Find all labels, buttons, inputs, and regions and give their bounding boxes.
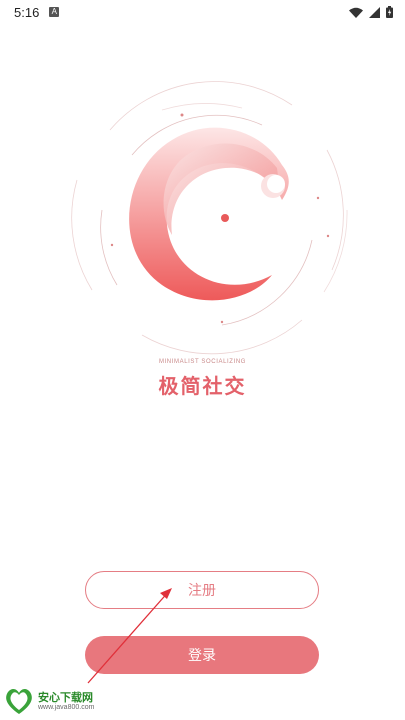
cell-signal-icon [369, 6, 380, 18]
app-name: 极简社交 [158, 374, 247, 398]
login-button[interactable]: 登录 [85, 636, 319, 674]
watermark-name: 安心下载网 [38, 690, 93, 704]
tagline: MINIMALIST SOCIALIZING [158, 359, 247, 365]
watermark-text: 安心下载网 www.java800.com [38, 690, 95, 711]
orbit-rings [71, 81, 348, 355]
register-button[interactable]: 注册 [85, 571, 319, 609]
logo-graphic [71, 81, 348, 355]
status-bar: 5:16 A [0, 0, 405, 24]
status-right [349, 6, 393, 18]
notification-icon: A [49, 7, 60, 17]
watermark: 安心下载网 www.java800.com [4, 686, 94, 716]
watermark-url: www.java800.com [38, 703, 95, 711]
battery-icon [386, 6, 393, 18]
wifi-icon [349, 7, 363, 18]
app-logo [62, 60, 352, 360]
status-left: 5:16 A [14, 4, 60, 20]
heart-shield-icon [6, 689, 32, 714]
status-time: 5:16 [14, 4, 40, 20]
